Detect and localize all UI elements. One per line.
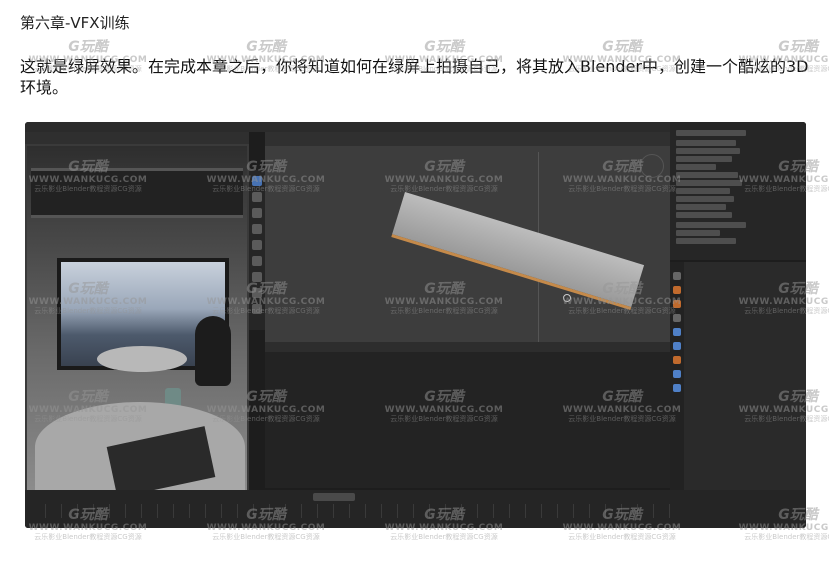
move-tool-icon[interactable] [252, 208, 262, 218]
outliner-row[interactable] [676, 156, 732, 162]
cube-beam-object[interactable] [391, 192, 645, 311]
cursor-tool-icon[interactable] [252, 192, 262, 202]
scene-tab-icon[interactable] [673, 328, 681, 336]
outliner-row[interactable] [676, 238, 736, 244]
watermark-logo: G玩酷 [424, 39, 464, 55]
compositor-preview-panel [25, 132, 249, 498]
modifier-tab-icon[interactable] [673, 370, 681, 378]
outliner-row[interactable] [676, 180, 742, 186]
watermark-logo: G玩酷 [602, 39, 642, 55]
render-tab-icon[interactable] [673, 286, 681, 294]
outliner-row[interactable] [676, 148, 740, 154]
playback-controls[interactable] [313, 493, 355, 501]
object-tab-icon[interactable] [673, 356, 681, 364]
mouse-cursor-icon [563, 294, 571, 302]
lower-editor-header [265, 342, 670, 352]
navigation-gizmo-icon[interactable] [640, 154, 664, 178]
chapter-heading: 第六章-VFX训练 [20, 14, 130, 32]
viewport-toolbar[interactable] [249, 170, 265, 330]
lower-editor-area[interactable] [265, 342, 670, 488]
tool-tab-icon[interactable] [673, 272, 681, 280]
watermark-sub: 云乐影业Blender教程资源CG资源 [390, 533, 498, 541]
transform-tool-icon[interactable] [252, 256, 262, 266]
viewport-header [265, 132, 670, 146]
watermark-logo: G玩酷 [246, 39, 286, 55]
watermark-sub: 云乐影业Blender教程资源CG资源 [34, 533, 142, 541]
render-preview-image [27, 146, 247, 498]
physics-tab-icon[interactable] [673, 384, 681, 392]
outliner-row[interactable] [676, 222, 746, 228]
blender-screenshot [25, 122, 806, 528]
scale-tool-icon[interactable] [252, 240, 262, 250]
output-tab-icon[interactable] [673, 300, 681, 308]
watermark-sub: 云乐影业Blender教程资源CG资源 [568, 533, 676, 541]
outliner-row[interactable] [676, 204, 726, 210]
world-tab-icon[interactable] [673, 342, 681, 350]
watermark-sub: 云乐影业Blender教程资源CG资源 [212, 533, 320, 541]
outliner-row[interactable] [676, 172, 738, 178]
measure-tool-icon[interactable] [252, 288, 262, 298]
watermark-sub: 云乐影业Blender教程资源CG资源 [744, 533, 829, 541]
3d-viewport[interactable] [265, 132, 670, 342]
add-cube-tool-icon[interactable] [252, 304, 262, 314]
outliner-row[interactable] [676, 130, 746, 136]
timeline-panel[interactable] [25, 490, 806, 528]
watermark-logo: G玩酷 [68, 39, 108, 55]
person-silhouette [195, 316, 231, 386]
outliner-row[interactable] [676, 230, 720, 236]
outliner-row[interactable] [676, 140, 736, 146]
outliner-row[interactable] [676, 196, 734, 202]
properties-panel[interactable] [670, 262, 806, 494]
view-layer-tab-icon[interactable] [673, 314, 681, 322]
annotate-tool-icon[interactable] [252, 272, 262, 282]
preview-panel-header [25, 132, 249, 144]
small-table-shape [97, 346, 187, 372]
outliner-panel[interactable] [670, 122, 806, 260]
rotate-tool-icon[interactable] [252, 224, 262, 234]
shelf-shape [31, 168, 243, 218]
outliner-row[interactable] [676, 188, 730, 194]
select-tool-icon[interactable] [252, 176, 262, 186]
watermark-logo: G玩酷 [778, 39, 818, 55]
intro-paragraph: 这就是绿屏效果。在完成本章之后，你将知道如何在绿屏上拍摄自己，将其放入Blend… [20, 57, 809, 97]
timeline-frame-ruler[interactable] [45, 504, 685, 518]
outliner-row[interactable] [676, 212, 732, 218]
properties-tabs[interactable] [670, 262, 684, 494]
outliner-row[interactable] [676, 164, 716, 170]
